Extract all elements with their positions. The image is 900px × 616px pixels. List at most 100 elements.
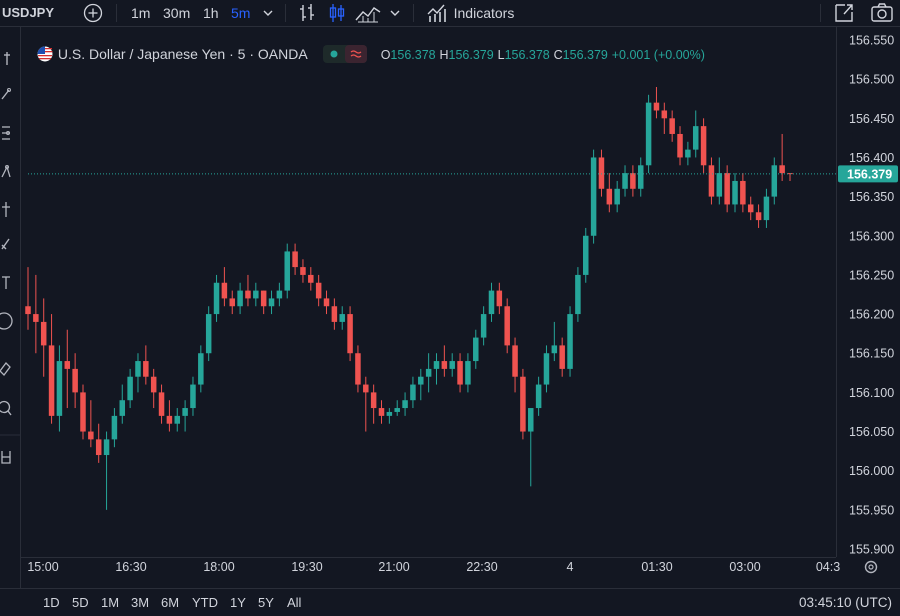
interval-1h-button[interactable]: 1h (203, 0, 219, 26)
area-style-icon (355, 0, 381, 26)
toolbar-separator (116, 4, 117, 22)
range-5d-button[interactable]: 5D (72, 589, 89, 614)
market-status-pill[interactable] (323, 45, 367, 63)
candle (575, 267, 580, 322)
cursor-icon[interactable] (4, 52, 10, 65)
low-label: L (498, 48, 505, 62)
candle (567, 306, 572, 376)
candle-body (127, 377, 132, 400)
interval-dropdown-button[interactable] (262, 0, 274, 26)
candle-body (662, 110, 667, 118)
chart-style-dropdown[interactable] (389, 0, 401, 26)
time-tick-label: 22:30 (466, 560, 497, 574)
indicators-button[interactable]: Indicators (426, 0, 514, 26)
compare-symbol-button[interactable] (83, 0, 103, 26)
candle-body (779, 165, 784, 173)
candle-body (347, 314, 352, 353)
range-5y-button[interactable]: 5Y (258, 589, 274, 614)
time-tick-label: 21:00 (378, 560, 409, 574)
candle-body (237, 291, 242, 307)
candle-body (638, 165, 643, 188)
candle-body (489, 291, 494, 314)
interval-30m-button[interactable]: 30m (163, 0, 190, 26)
symbol-search-button[interactable]: USDJPY (2, 0, 54, 26)
candle-body (709, 165, 714, 196)
candle-body (104, 439, 109, 455)
emoji-icon[interactable] (0, 313, 12, 329)
fib-icon[interactable] (2, 127, 10, 139)
candle-body (49, 345, 54, 415)
range-3m-button[interactable]: 3M (131, 589, 149, 614)
high-label: H (440, 48, 449, 62)
price-tick-label: 156.150 (849, 347, 894, 361)
candle-body (764, 197, 769, 220)
candle-style-button[interactable] (327, 0, 347, 26)
candle-body (552, 345, 557, 353)
candle-body (324, 298, 329, 306)
candle-body (646, 103, 651, 166)
area-style-button[interactable] (355, 0, 381, 26)
candle-body (685, 150, 690, 158)
chart-legend: U.S. Dollar / Japanese Yen · 5 · OANDA O… (36, 43, 705, 65)
candle-body (143, 361, 148, 377)
range-ytd-button[interactable]: YTD (192, 589, 218, 614)
range-1d-button[interactable]: 1D (43, 589, 60, 614)
timezone-clock[interactable]: 03:45:10 (UTC) (799, 589, 892, 614)
candle-body (410, 385, 415, 401)
candle-body (229, 298, 234, 306)
candle-body (544, 353, 549, 384)
time-tick-label: 16:30 (115, 560, 146, 574)
indicators-icon (426, 0, 448, 26)
interval-5m-button[interactable]: 5m (231, 0, 250, 26)
bar-style-button[interactable] (297, 0, 317, 26)
range-6m-button[interactable]: 6M (161, 589, 179, 614)
candle-body (630, 173, 635, 189)
candle-body (151, 377, 156, 393)
time-tick-label: 03:00 (729, 560, 760, 574)
price-tick-label: 156.450 (849, 112, 894, 126)
price-chart[interactable]: 155.900155.950156.000156.050156.100156.1… (0, 0, 900, 613)
fullscreen-button[interactable] (833, 0, 855, 26)
price-tick-label: 156.250 (849, 268, 894, 282)
candle-body (41, 322, 46, 345)
plus-circle-icon (83, 0, 103, 26)
candle-body (536, 385, 541, 408)
candle-body (607, 189, 612, 205)
candle-body (253, 291, 258, 299)
range-all-button[interactable]: All (287, 589, 301, 614)
magnet-icon[interactable] (2, 451, 10, 463)
interval-1m-button[interactable]: 1m (131, 0, 150, 26)
snapshot-button[interactable] (870, 0, 894, 26)
price-tick-label: 156.550 (849, 34, 894, 48)
candle-body (88, 432, 93, 440)
candle-body (394, 408, 399, 412)
pattern-icon[interactable] (2, 166, 10, 178)
symbol-title[interactable]: U.S. Dollar / Japanese Yen · 5 · OANDA (58, 46, 307, 62)
candle-body (449, 361, 454, 369)
candle-body (316, 283, 321, 299)
candle-body (292, 251, 297, 267)
range-1y-button[interactable]: 1Y (230, 589, 246, 614)
text-tool-icon[interactable] (2, 277, 10, 289)
candle-body (740, 181, 745, 204)
range-1m-button[interactable]: 1M (101, 589, 119, 614)
brush-icon[interactable] (2, 239, 9, 249)
candle-body (339, 314, 344, 322)
price-tick-label: 156.100 (849, 386, 894, 400)
candle (701, 118, 706, 173)
high-value: 156.379 (449, 48, 494, 62)
last-price-badge: 156.379 (838, 165, 898, 182)
chevron-down-icon (262, 0, 274, 26)
candle-body (748, 204, 753, 212)
candle-body (457, 361, 462, 384)
ruler-icon[interactable] (0, 363, 10, 375)
zoom-icon[interactable] (0, 402, 11, 416)
candle-body (402, 400, 407, 408)
candle-body (371, 392, 376, 408)
candle-body (465, 361, 470, 384)
trend-line-icon[interactable] (2, 89, 11, 100)
forecast-icon[interactable] (2, 202, 10, 217)
candle (646, 95, 651, 173)
candle-body (575, 275, 580, 314)
time-tick-label: 15:00 (27, 560, 58, 574)
